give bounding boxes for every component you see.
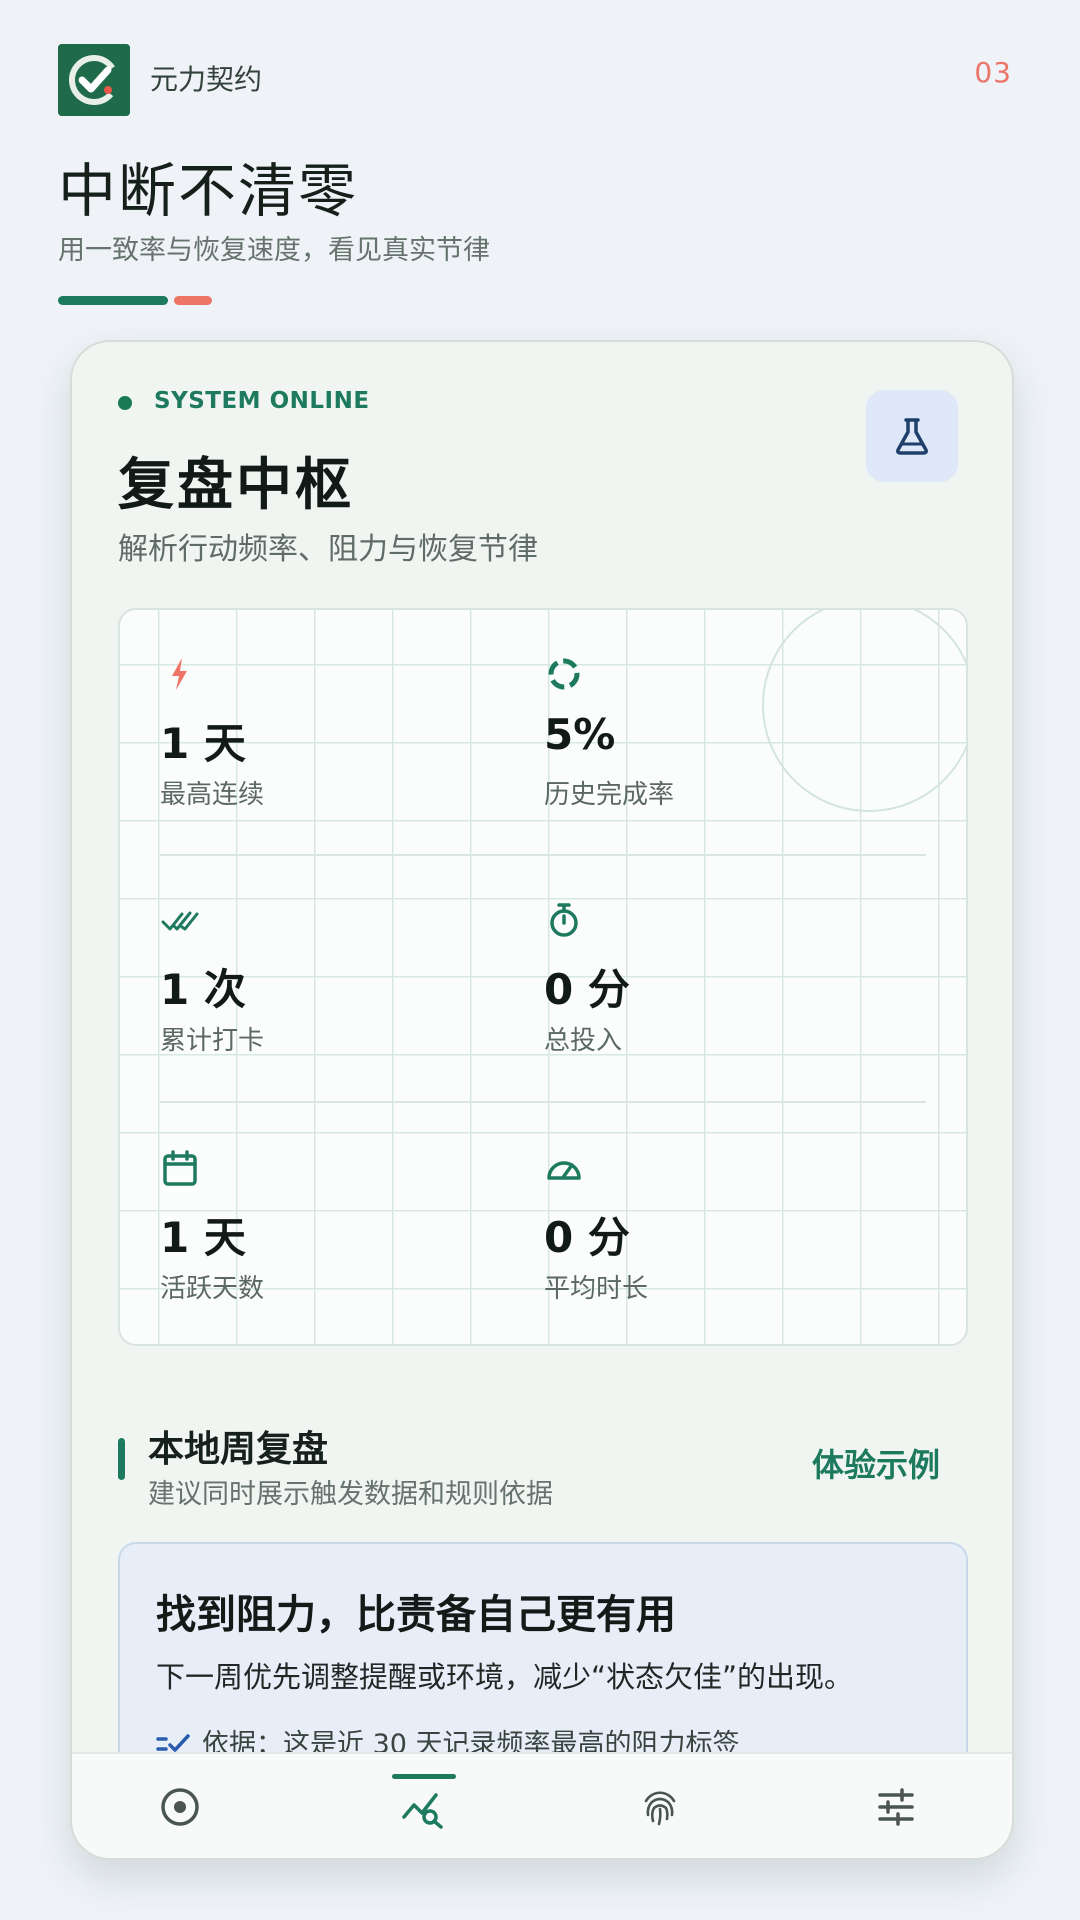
stat-label: 累计打卡 bbox=[160, 1026, 265, 1056]
app-name: 元力契约 bbox=[150, 63, 263, 96]
row-divider bbox=[160, 854, 926, 856]
flask-icon bbox=[896, 418, 928, 455]
lab-button[interactable] bbox=[866, 390, 958, 482]
stat-value: 5% bbox=[544, 710, 616, 759]
speedometer-icon bbox=[547, 1161, 581, 1180]
stat-active-days: 1 天 活跃天数 bbox=[160, 1148, 500, 1344]
app-header: 元力契约 03 bbox=[58, 44, 1022, 116]
stats-panel: 1 天 最高连续 5% 历史完成率 1 次 累计打卡 0 分 总投入 1 天 活… bbox=[118, 608, 968, 1346]
phone-screen: SYSTEM ONLINE 复盘中枢 解析行动频率、阻力与恢复节律 1 天 最高… bbox=[70, 340, 1014, 1860]
ring-progress-icon bbox=[548, 658, 580, 690]
page-subline: 用一致率与恢复速度，看见真实节律 bbox=[58, 235, 490, 266]
review-subtitle: 建议同时展示触发数据和规则依据 bbox=[148, 1479, 553, 1510]
insight-body: 下一周优先调整提醒或环境，减少“状态欠佳”的出现。 bbox=[156, 1660, 854, 1694]
stat-label: 平均时长 bbox=[544, 1274, 649, 1304]
nav-item-settings[interactable] bbox=[836, 1754, 956, 1858]
stat-total-time: 0 分 总投入 bbox=[544, 900, 884, 1100]
nav-item-review[interactable] bbox=[364, 1754, 484, 1858]
status-dot bbox=[118, 396, 132, 410]
stat-value: 1 天 bbox=[160, 1213, 246, 1262]
hub-subtitle: 解析行动频率、阻力与恢复节律 bbox=[118, 532, 538, 567]
stat-max-streak: 1 天 最高连续 bbox=[160, 654, 500, 854]
fingerprint-icon bbox=[644, 1791, 676, 1826]
section-accent-bar bbox=[118, 1438, 125, 1480]
stat-completion-rate: 5% 历史完成率 bbox=[544, 654, 884, 854]
app-logo bbox=[58, 44, 130, 116]
double-check-icon bbox=[161, 911, 199, 931]
stat-value: 1 天 bbox=[160, 719, 246, 768]
lightning-icon bbox=[172, 658, 187, 690]
row-divider bbox=[160, 1101, 926, 1103]
page-number: 03 bbox=[974, 56, 1012, 89]
analytics-icon bbox=[402, 1793, 443, 1829]
stat-value: 1 次 bbox=[160, 965, 246, 1014]
stat-label: 历史完成率 bbox=[544, 780, 675, 810]
progress-dash-active bbox=[58, 296, 168, 305]
stat-label: 总投入 bbox=[544, 1026, 623, 1056]
page-headline: 中断不清零 bbox=[58, 157, 359, 225]
hub-title: 复盘中枢 bbox=[118, 453, 354, 518]
stat-average-duration: 0 分 平均时长 bbox=[544, 1148, 884, 1344]
bottom-nav bbox=[72, 1752, 1012, 1858]
check-logo-icon bbox=[58, 44, 130, 116]
stat-value: 0 分 bbox=[544, 1213, 630, 1262]
calendar-icon bbox=[163, 1150, 197, 1186]
sliders-icon bbox=[878, 1788, 914, 1826]
nav-item-identity[interactable] bbox=[600, 1754, 720, 1858]
demo-example-link[interactable]: 体验示例 bbox=[812, 1440, 940, 1486]
status-text: SYSTEM ONLINE bbox=[154, 388, 370, 414]
stat-label: 活跃天数 bbox=[160, 1274, 265, 1304]
stat-total-checkins: 1 次 累计打卡 bbox=[160, 900, 500, 1100]
stat-label: 最高连续 bbox=[160, 780, 265, 810]
stopwatch-icon bbox=[550, 903, 578, 937]
stat-value: 0 分 bbox=[544, 965, 630, 1014]
insight-title: 找到阻力，比责备自己更有用 bbox=[156, 1592, 676, 1638]
target-icon bbox=[161, 1788, 199, 1826]
nav-item-focus[interactable] bbox=[120, 1754, 240, 1858]
review-title: 本地周复盘 bbox=[148, 1429, 329, 1470]
progress-dash-secondary bbox=[174, 296, 212, 305]
